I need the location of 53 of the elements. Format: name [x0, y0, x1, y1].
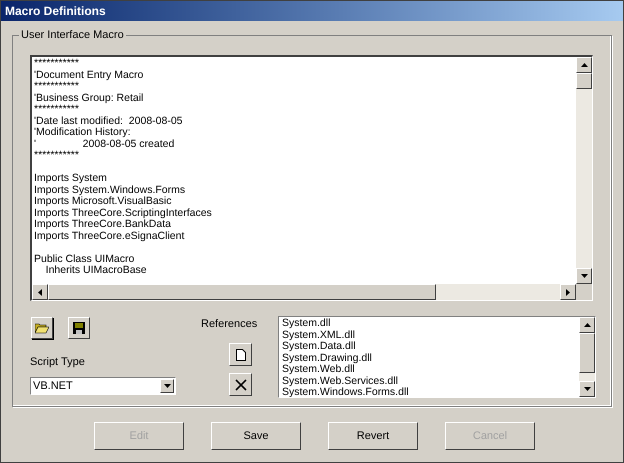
code-line: 'Business Group: Retail — [34, 92, 144, 104]
references-label: References — [201, 317, 258, 332]
script-type-dropdown[interactable]: VB.NET — [30, 377, 176, 395]
reference-item[interactable]: System.Data.dll — [282, 341, 579, 352]
script-type-label: Script Type — [30, 355, 85, 370]
new-reference-button[interactable] — [229, 343, 252, 366]
vertical-scrollbar[interactable] — [579, 317, 595, 397]
code-line: Inherits UIMacroBase — [44, 265, 148, 276]
code-line: Imports System.Windows.Forms — [34, 184, 186, 196]
folder-icon — [35, 322, 49, 334]
scroll-thumb[interactable] — [576, 73, 592, 89]
reference-item[interactable]: System.Web.dll — [282, 364, 579, 376]
code-line: ' 2008-08-05 created — [34, 138, 176, 150]
code-line: Imports ThreeCore.ScriptingInterfaces — [34, 208, 213, 218]
code-line: *********** — [34, 150, 80, 162]
scroll-down-icon[interactable] — [576, 268, 592, 284]
scroll-thumb[interactable] — [48, 284, 436, 300]
scroll-left-icon[interactable] — [32, 284, 48, 300]
code-line: *********** — [34, 104, 80, 116]
code-line: Imports Microsoft.VisualBasic — [34, 196, 172, 208]
code-line: 'Date last modified: 2008-08-05 — [34, 116, 184, 127]
dropdown-value: VB.NET — [32, 378, 74, 394]
code-line: *********** — [34, 81, 80, 92]
code-line: Public Class UIMacro — [34, 254, 136, 265]
reference-item[interactable]: System.XML.dll — [282, 330, 579, 341]
code-line: Imports ThreeCore.BankData — [34, 219, 171, 230]
scroll-right-icon[interactable] — [560, 284, 576, 300]
scroll-thumb[interactable] — [579, 333, 595, 373]
reference-item[interactable]: System.Web.Services.dll — [282, 376, 579, 387]
horizontal-scrollbar[interactable] — [32, 284, 576, 300]
scroll-up-icon[interactable] — [576, 57, 592, 73]
open-folder-button[interactable] — [31, 317, 53, 339]
code-editor[interactable] — [30, 55, 593, 301]
window-title: Macro Definitions — [5, 3, 106, 20]
reference-item[interactable]: System.Drawing.dll — [282, 352, 579, 364]
dialog-button[interactable]: Save — [211, 422, 301, 450]
code-line: Imports ThreeCore.eSignaClient — [34, 230, 186, 242]
reference-item[interactable]: System.dll — [282, 318, 579, 330]
scroll-up-icon[interactable] — [579, 317, 595, 333]
dialog-button[interactable]: Revert — [328, 422, 418, 450]
code-line: Imports System — [34, 173, 108, 184]
close-icon — [234, 378, 246, 390]
vertical-scrollbar[interactable] — [576, 57, 592, 284]
code-line: *********** — [34, 58, 80, 70]
delete-reference-button[interactable] — [229, 373, 252, 396]
scroll-down-icon[interactable] — [579, 381, 595, 397]
save-icon-button[interactable] — [68, 317, 90, 339]
scrollbar-corner — [576, 284, 592, 300]
references-list[interactable]: System.dll System.XML.dll System.Data.dll System.Drawing.dll System.Web.dll System.Web.Services.dll System.Windows.Forms.dll — [278, 316, 596, 398]
code-line: 'Modification History: — [34, 127, 132, 138]
code-line: 'Document Entry Macro — [34, 70, 144, 81]
reference-item[interactable]: System.Windows.Forms.dll — [282, 387, 579, 397]
blank-page-icon — [236, 348, 246, 360]
